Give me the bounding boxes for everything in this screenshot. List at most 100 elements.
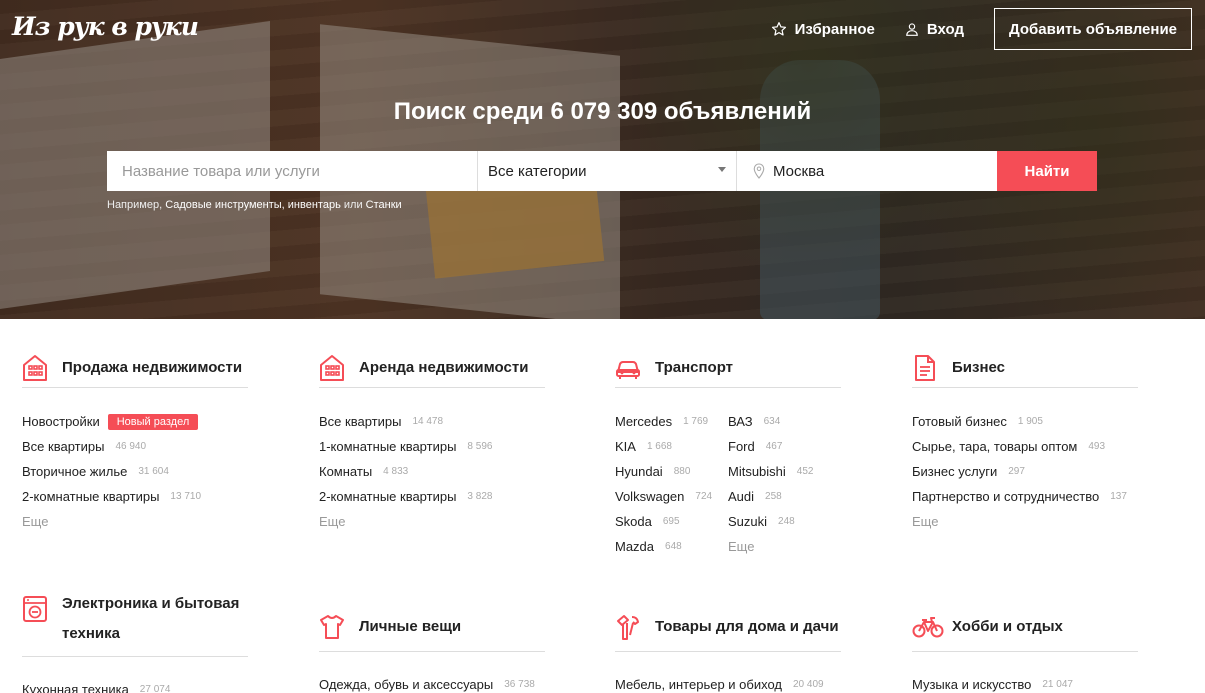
hint-link-garden-tools[interactable]: Садовые инструменты, инвентарь [165, 199, 341, 211]
category-link[interactable]: Volkswagen [615, 489, 684, 504]
category-link[interactable]: Сырье, тара, товары оптом [912, 439, 1077, 454]
category-link[interactable]: 2-комнатные квартиры [319, 489, 456, 504]
building-icon [320, 354, 344, 381]
category-link[interactable]: Hyundai [615, 464, 663, 479]
category-real-estate-sale: Продажа недвижимости Новостройки Новый р… [22, 348, 248, 534]
list-item: Бизнес услуги 297 [912, 459, 1138, 484]
category-link[interactable]: Все квартиры [22, 439, 104, 454]
login-link[interactable]: Вход [905, 21, 964, 38]
category-link[interactable]: Все квартиры [319, 414, 401, 429]
list-item: Suzuki 248 [728, 509, 841, 534]
more-link[interactable]: Еще [22, 514, 48, 529]
category-title: Аренда недвижимости [359, 358, 529, 376]
category-select-value: Все категории [488, 162, 587, 180]
bicycle-icon [912, 617, 944, 638]
listing-count: 258 [765, 491, 782, 502]
list-item: Кухонная техника 27 074 [22, 677, 248, 693]
listing-count: 248 [778, 516, 795, 527]
category-link[interactable]: 2-комнатные квартиры [22, 489, 159, 504]
site-logo[interactable]: Из рук в руки [12, 12, 199, 41]
more-link[interactable]: Еще [319, 514, 345, 529]
list-item: 1-комнатные квартиры 8 596 [319, 434, 545, 459]
category-header[interactable]: Товары для дома и дачи [615, 603, 841, 652]
category-link[interactable]: Мебель, интерьер и обиход [615, 677, 782, 692]
category-header[interactable]: Личные вещи [319, 603, 545, 652]
list-item: Все квартиры 46 940 [22, 434, 248, 459]
more-link[interactable]: Еще [728, 539, 754, 554]
category-link[interactable]: 1-комнатные квартиры [319, 439, 456, 454]
search-button[interactable]: Найти [997, 151, 1097, 191]
hint-link-machines[interactable]: Станки [366, 199, 402, 211]
category-title: Продажа недвижимости [62, 358, 243, 376]
category-header[interactable]: Электроника и бытовая техника [22, 593, 248, 657]
category-link[interactable]: Новостройки [22, 414, 100, 429]
listing-count: 14 478 [412, 416, 444, 427]
category-header[interactable]: Бизнес [912, 348, 1138, 388]
listing-count: 297 [1008, 466, 1025, 477]
list-item: Новостройки Новый раздел [22, 409, 248, 434]
list-item: Музыка и искусство 21 047 [912, 672, 1138, 693]
hint-prefix: Например, [107, 199, 163, 211]
category-link[interactable]: Skoda [615, 514, 652, 529]
listing-count: 8 596 [467, 441, 493, 452]
favorites-link[interactable]: Избранное [771, 21, 875, 38]
category-real-estate-rent: Аренда недвижимости Все квартиры 14 478 … [319, 348, 545, 534]
category-header[interactable]: Транспорт [615, 348, 841, 388]
category-select[interactable]: Все категории [478, 151, 737, 191]
category-header[interactable]: Аренда недвижимости [319, 348, 545, 388]
category-link[interactable]: KIA [615, 439, 636, 454]
search-input[interactable] [107, 151, 478, 191]
category-title: Бизнес [952, 358, 1006, 376]
category-title: Личные вещи [359, 618, 462, 635]
listing-count: 452 [796, 466, 814, 477]
login-label: Вход [926, 20, 964, 38]
city-field[interactable]: Москва [737, 151, 997, 191]
list-item: Mazda 648 [615, 534, 728, 559]
list-item: Комнаты 4 833 [319, 459, 545, 484]
category-title: Товары для дома и дачи [655, 618, 839, 635]
category-link[interactable]: Кухонная техника [22, 682, 129, 693]
listing-count: 1 905 [1017, 416, 1043, 427]
favorites-label: Избранное [794, 20, 875, 38]
category-link[interactable]: Ford [728, 439, 755, 454]
page-title: Поиск среди 6 079 309 объявлений [393, 98, 812, 125]
category-link[interactable]: Mercedes [615, 414, 672, 429]
brand-column: Mercedes 1 769 KIA 1 668 Hyundai 880 Vol… [615, 409, 728, 559]
listing-count: 648 [665, 541, 682, 552]
city-value: Москва [773, 162, 825, 180]
listing-count: 695 [662, 516, 680, 527]
category-header[interactable]: Хобби и отдых [912, 603, 1138, 652]
listing-count: 4 833 [383, 466, 409, 477]
category-link[interactable]: Бизнес услуги [912, 464, 997, 479]
category-header[interactable]: Продажа недвижимости [22, 348, 248, 388]
category-link[interactable]: Готовый бизнес [912, 414, 1007, 429]
category-link[interactable]: Mazda [615, 539, 654, 554]
category-link[interactable]: Партнерство и сотрудничество [912, 489, 1099, 504]
category-personal-items: Личные вещи Одежда, обувь и аксессуары 3… [319, 603, 545, 693]
listing-count: 493 [1088, 441, 1106, 452]
more-link[interactable]: Еще [912, 514, 938, 529]
list-item: Volkswagen 724 [615, 484, 728, 509]
list-item: ВАЗ 634 [728, 409, 841, 434]
listing-count: 36 738 [504, 679, 535, 690]
category-link[interactable]: Suzuki [728, 514, 767, 529]
list-item: Сырье, тара, товары оптом 493 [912, 434, 1138, 459]
category-link[interactable]: Mitsubishi [728, 464, 786, 479]
category-link[interactable]: Музыка и искусство [912, 677, 1031, 692]
list-item: Партнерство и сотрудничество 137 [912, 484, 1138, 509]
category-link[interactable]: ВАЗ [728, 414, 753, 429]
category-business: Бизнес Готовый бизнес 1 905 Сырье, тара,… [912, 348, 1138, 534]
category-hobby: Хобби и отдых Музыка и искусство 21 047 [912, 603, 1138, 693]
category-link[interactable]: Audi [728, 489, 754, 504]
category-electronics: Электроника и бытовая техника Кухонная т… [22, 593, 248, 693]
category-link[interactable]: Одежда, обувь и аксессуары [319, 677, 493, 692]
category-link[interactable]: Вторичное жилье [22, 464, 127, 479]
search-bar: Все категории Москва Найти [107, 151, 1097, 191]
car-icon [616, 360, 640, 379]
add-listing-button[interactable]: Добавить объявление [994, 8, 1192, 50]
category-title: Электроника и бытовая техника [62, 595, 240, 642]
category-link[interactable]: Комнаты [319, 464, 372, 479]
list-item: Готовый бизнес 1 905 [912, 409, 1138, 434]
star-icon [771, 22, 786, 36]
building-icon [23, 354, 47, 381]
